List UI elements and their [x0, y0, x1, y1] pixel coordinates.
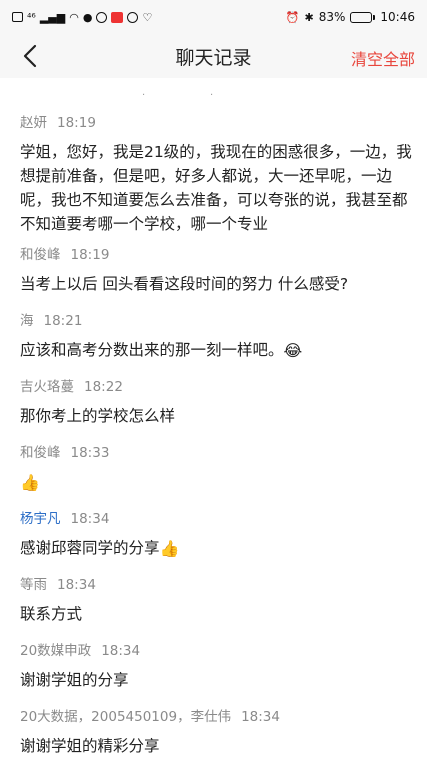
message-meta: 海 18:21 [20, 310, 415, 332]
message-meta: 和俊峰 18:33 [20, 442, 415, 464]
thumbs-up-emoji-icon: 👍 [159, 538, 180, 558]
bluetooth-icon: ✱ [304, 10, 314, 24]
message-text: 谢谢学姐的分享 [20, 671, 129, 689]
list-item: 和俊峰 18:19 当考上以后 回头看看这段时间的努力 什么感受? [20, 244, 415, 296]
message-time: 18:19 [70, 247, 110, 263]
alarm-icon: ⏰ [285, 10, 300, 24]
battery-percent: 83% [318, 10, 346, 24]
message-meta: 20大数据，2005450109，李仕伟 18:34 [20, 706, 415, 728]
message-text: 感谢邱蓉同学的分享👍 [20, 536, 415, 561]
list-item: 海 18:21 应该和高考分数出来的那一刻一样吧。😂 [20, 310, 415, 363]
app-notification-icon [96, 11, 108, 23]
sender-name: 和俊峰 [20, 247, 61, 263]
clear-all-button[interactable]: 清空全部 [351, 46, 415, 70]
list-item: 20数媒申政 18:34 谢谢学姐的分享 [20, 640, 415, 692]
message-text: 那你考上的学校怎么样 [20, 407, 176, 425]
sender-name: 和俊峰 [20, 445, 61, 461]
status-left: ⁴⁶ ▂▄▆ ◠ ● ♡ [12, 10, 153, 24]
list-item: 杨宇凡 18:34 感谢邱蓉同学的分享👍 [20, 508, 415, 561]
list-item: 吉火珞蔓 18:22 那你考上的学校怎么样 [20, 376, 415, 428]
message-meta: 等雨 18:34 [20, 574, 415, 596]
signal-icon: ▂▄▆ [39, 10, 66, 24]
battery-icon [350, 11, 376, 23]
sender-name: 等雨 [20, 577, 47, 593]
message-time: 18:34 [70, 511, 110, 527]
message-time: 18:22 [84, 379, 123, 395]
clock: 10:46 [380, 10, 415, 24]
list-item: 等雨 18:34 联系方式 [20, 574, 415, 626]
sender-name: 20数媒申政 [20, 643, 92, 659]
nav-bar: 聊天记录 清空全部 [0, 34, 427, 78]
sender-name: 海 [20, 313, 34, 329]
message-time: 18:19 [57, 115, 96, 131]
message-text-body: 应该和高考分数出来的那一刻一样吧。 [20, 341, 284, 359]
chat-history-list[interactable]: · · 赵妍 18:19 学姐，您好，我是21级的，我现在的困惑很多，一边，我想提前… [0, 78, 427, 768]
laughing-emoji-icon: 😂 [283, 340, 303, 360]
red-app-icon [111, 11, 124, 23]
message-text: 学姐，您好，我是21级的，我现在的困惑很多，一边，我想提前准备，但是吧，好多人都… [20, 143, 412, 233]
message-text: 联系方式 [20, 605, 83, 623]
message-meta: 吉火珞蔓 18:22 [20, 376, 415, 398]
message-meta: 20数媒申政 18:34 [20, 640, 415, 662]
heart-icon: ♡ [142, 10, 153, 24]
list-item: 赵妍 18:19 学姐，您好，我是21级的，我现在的困惑很多，一边，我想提前准备，… [20, 112, 415, 236]
message-meta: 和俊峰 18:19 [20, 244, 415, 266]
message-meta: 赵妍 18:19 [20, 112, 415, 134]
status-right: ⏰ ✱ 83% 10:46 [286, 10, 415, 24]
message-meta: 杨宇凡 18:34 [20, 508, 415, 530]
status-bar: ⁴⁶ ▂▄▆ ◠ ● ♡ ⏰ ✱ 83% 10:46 [0, 0, 427, 34]
list-item: 和俊峰 18:33 👍 [20, 442, 415, 495]
sender-name: 杨宇凡 [20, 511, 61, 527]
sender-name: 20大数据，2005450109，李仕伟 [20, 709, 232, 725]
message-text: 应该和高考分数出来的那一刻一样吧。😂 [20, 338, 415, 363]
message-time: 18:34 [241, 709, 280, 725]
signal-label: ⁴⁶ [27, 10, 36, 24]
back-button[interactable] [16, 42, 44, 70]
list-item: 20大数据，2005450109，李仕伟 18:34 谢谢学姐的精彩分享 [20, 706, 415, 758]
message-time: 18:33 [70, 445, 110, 461]
message-text: 谢谢学姐的精彩分享 [20, 737, 160, 755]
message-text: 当考上以后 回头看看这段时间的努力 什么感受? [20, 275, 349, 293]
chevron-left-icon [23, 44, 37, 68]
sender-name: 赵妍 [20, 115, 47, 131]
page-title: 聊天记录 [175, 46, 252, 69]
message-time: 18:34 [57, 577, 96, 593]
chat-app-icon: ● [82, 10, 93, 24]
wifi-icon: ◠ [69, 10, 79, 24]
thumbs-up-emoji-icon: 👍 [20, 472, 40, 492]
browser-icon [127, 11, 139, 23]
message-text: 👍 [20, 470, 415, 495]
message-text-body: 感谢邱蓉同学的分享 [20, 539, 160, 557]
sender-name: 吉火珞蔓 [20, 379, 74, 395]
message-time: 18:21 [43, 313, 83, 329]
hd-icon [12, 12, 23, 22]
message-time: 18:34 [101, 643, 141, 659]
